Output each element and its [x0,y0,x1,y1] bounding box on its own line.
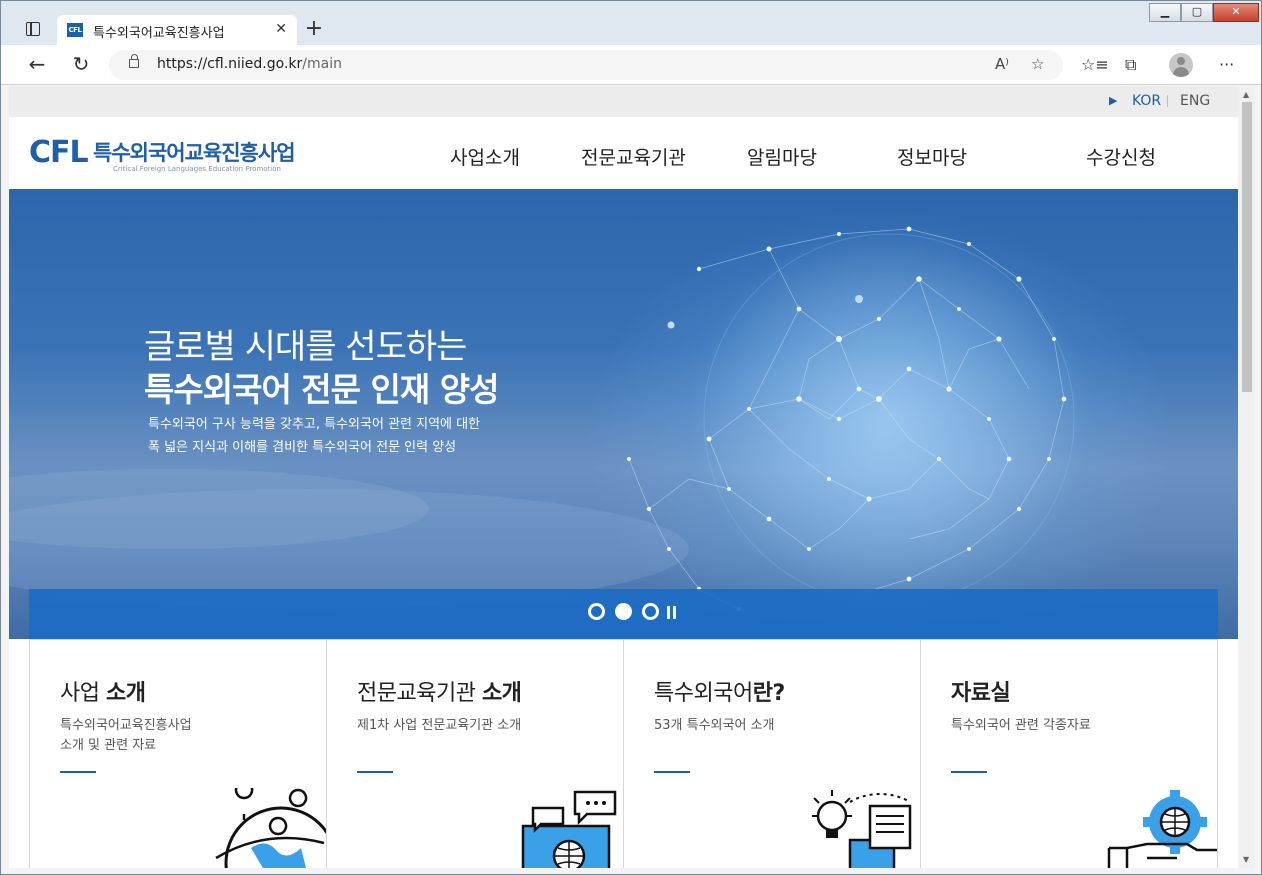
card-title-plain: 사업 [60,681,106,706]
new-tab-button[interactable]: + [301,17,327,43]
url-host: https://cfl.niied.go.kr [157,56,303,72]
url-input[interactable]: https://cfl.niied.go.kr/main A⁾ ☆ [109,50,1063,80]
maximize-button[interactable]: ▢ [1181,3,1213,22]
tab-title: 특수외국어교육진흥사업 [93,26,225,41]
tab-close-icon[interactable]: ✕ [275,21,287,37]
gear-globe-hand-icon [1107,790,1217,868]
lang-kor-link[interactable]: KOR [1132,93,1161,109]
globe-pin-icon [215,788,326,868]
card-title-bold: 소개 [105,681,146,706]
speech-globe-icon [521,790,617,868]
card-divider [60,771,96,773]
quick-menu-cards: 사업 소개 특수외국어교육진흥사업 소개 및 관련 자료 전문교육기관 소개 제… [29,639,1218,868]
card-critical-languages[interactable]: 특수외국어란? 53개 특수외국어 소개 [623,639,921,868]
logo-subtitle: Critical Foreign Languages Education Pro… [113,165,281,173]
card-institution-intro[interactable]: 전문교육기관 소개 제1차 사업 전문교육기관 소개 [326,639,624,868]
card-description: 제1차 사업 전문교육기관 소개 [357,718,522,733]
lang-divider [1167,95,1168,107]
page-viewport: ▶ KOR ENG CFL 특수외국어교육진흥사업 Critical Forei… [9,86,1238,868]
close-window-button[interactable]: ✕ [1213,3,1259,22]
scroll-thumb[interactable] [1242,102,1252,392]
nav-item-about[interactable]: 사업소개 [450,143,520,170]
address-bar: ← ↻ https://cfl.niied.go.kr/main A⁾ ☆ ☆≡… [1,45,1261,85]
lock-icon[interactable] [129,54,139,68]
read-aloud-icon[interactable]: A⁾ [995,55,1009,73]
pause-icon[interactable] [667,606,676,619]
card-resources[interactable]: 자료실 특수외국어 관련 각종자료 [920,639,1218,868]
card-title: 사업 소개 [60,675,146,707]
card-description: 특수외국어교육진흥사업 소개 및 관련 자료 [60,718,192,753]
hero-headline-bold: 특수외국어 전문 인재 양성 [144,370,499,409]
collections-icon[interactable]: ⧉ [1125,55,1136,75]
tab-actions-icon[interactable] [19,15,47,43]
nav-item-info[interactable]: 정보마당 [897,143,967,170]
slide-dot-2[interactable] [615,603,632,620]
card-divider [951,771,987,773]
slider-controls [29,589,1218,639]
hero-headline: 글로벌 시대를 선도하는 [144,327,467,367]
hero-desc-line2: 폭 넓은 지식과 이해를 겸비한 특수외국어 전문 인력 양성 [148,440,457,455]
page-scrollbar[interactable]: ▲ ▼ [1239,86,1255,868]
scroll-down-icon[interactable]: ▼ [1243,855,1249,864]
nav-item-notices[interactable]: 알림마당 [747,143,817,170]
play-arrow-icon: ▶ [1109,94,1118,107]
card-title-plain: 전문교육기관 [357,681,482,706]
logo-mark: CFL [29,135,89,170]
lightbulb-book-icon [812,790,912,868]
scroll-up-icon[interactable]: ▲ [1243,90,1249,99]
slide-dot-1[interactable] [588,603,605,620]
card-description: 53개 특수외국어 소개 [654,718,775,733]
window-controls: ▁ ▢ ✕ [1149,3,1259,23]
card-title-plain: 특수외국어 [654,681,753,706]
browser-tab[interactable]: CFL 특수외국어교육진흥사업 ✕ [57,15,297,45]
card-title: 전문교육기관 소개 [357,675,522,707]
back-arrow-icon[interactable]: ← [23,53,51,77]
nav-item-enroll[interactable]: 수강신청 [1086,143,1156,170]
card-title: 자료실 [951,675,1011,707]
card-title-bold: 소개 [481,681,522,706]
card-divider [357,771,393,773]
lang-eng-link[interactable]: ENG [1180,93,1210,109]
language-bar: ▶ KOR ENG [9,86,1238,117]
card-title-bold: 란? [752,681,786,706]
card-title-bold: 자료실 [951,681,1011,706]
profile-avatar[interactable] [1169,53,1193,77]
card-title: 특수외국어란? [654,675,785,707]
hero-banner: 글로벌 시대를 선도하는 특수외국어 전문 인재 양성 특수외국어 구사 능력을… [9,189,1238,639]
more-options-icon[interactable]: ··· [1219,55,1234,74]
card-description: 특수외국어 관련 각종자료 [951,718,1091,733]
site-header: CFL 특수외국어교육진흥사업 Critical Foreign Languag… [9,117,1238,189]
refresh-icon[interactable]: ↻ [67,53,95,77]
card-business-intro[interactable]: 사업 소개 특수외국어교육진흥사업 소개 및 관련 자료 [29,639,327,868]
browser-window: CFL 특수외국어교육진흥사업 ✕ + ▁ ▢ ✕ ← ↻ https://cf… [0,0,1262,875]
logo-title: 특수외국어교육진흥사업 [93,141,296,165]
nav-item-institutions[interactable]: 전문교육기관 [581,143,686,170]
site-favicon-icon: CFL [67,23,83,37]
card-divider [654,771,690,773]
url-path: /main [302,56,342,72]
add-favorite-icon[interactable]: ☆ [1031,55,1044,73]
url-text: https://cfl.niied.go.kr/main [157,56,342,72]
minimize-button[interactable]: ▁ [1149,3,1181,22]
hero-description: 특수외국어 구사 능력을 갖추고, 특수외국어 관련 지역에 대한 폭 넓은 지… [148,413,480,459]
favorites-icon[interactable]: ☆≡ [1081,55,1109,74]
tab-bar: CFL 특수외국어교육진흥사업 ✕ + ▁ ▢ ✕ [1,1,1261,45]
hero-desc-line1: 특수외국어 구사 능력을 갖추고, 특수외국어 관련 지역에 대한 [148,417,481,432]
slide-dot-3[interactable] [642,603,659,620]
